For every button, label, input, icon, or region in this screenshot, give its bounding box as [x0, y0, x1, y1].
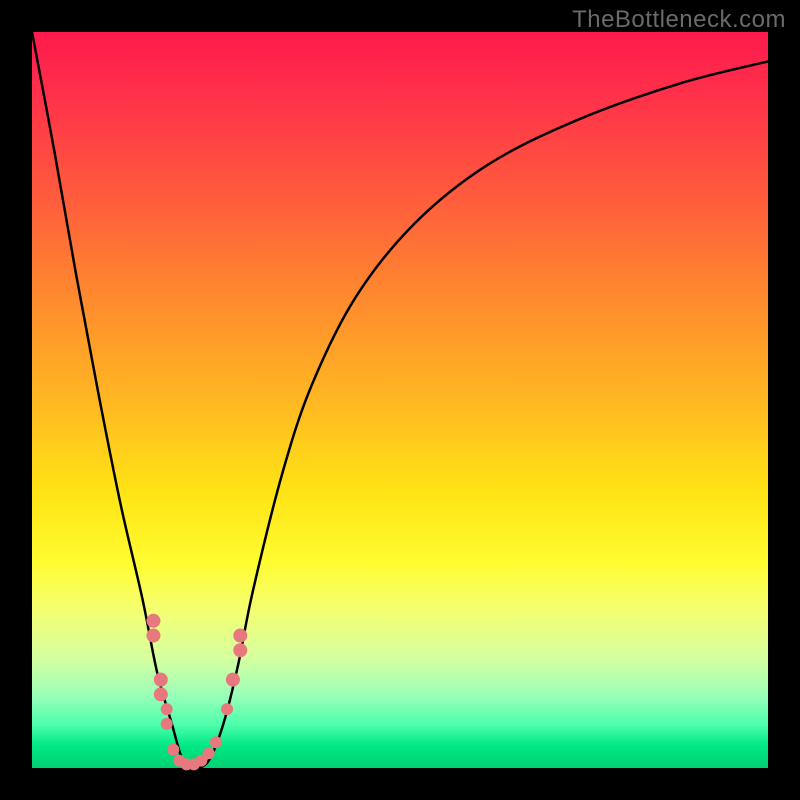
data-point	[226, 673, 240, 687]
data-point	[154, 673, 168, 687]
data-point	[167, 744, 179, 756]
chart-svg	[32, 32, 768, 768]
bottleneck-curve	[32, 32, 768, 768]
watermark-text: TheBottleneck.com	[572, 6, 786, 34]
data-point	[154, 687, 168, 701]
data-point	[233, 629, 247, 643]
data-point	[161, 718, 173, 730]
data-point	[146, 614, 160, 628]
plot-area	[32, 32, 768, 768]
data-point	[203, 747, 215, 759]
data-point	[161, 703, 173, 715]
data-point	[221, 703, 233, 715]
data-point	[210, 736, 222, 748]
data-point	[146, 629, 160, 643]
outer-frame: TheBottleneck.com	[0, 0, 800, 800]
data-point	[233, 643, 247, 657]
